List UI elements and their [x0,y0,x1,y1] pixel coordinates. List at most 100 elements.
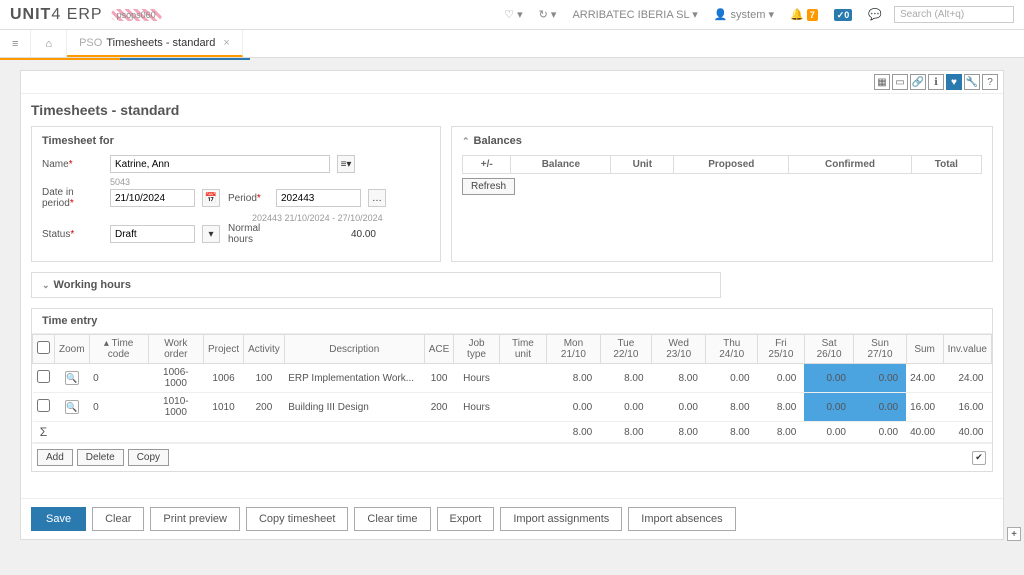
col-zoom[interactable]: Zoom [55,335,90,364]
col-proposed: Proposed [674,156,789,174]
expand-icon[interactable]: ⌄ [42,280,50,291]
tool-link-icon[interactable]: 🔗 [910,74,926,90]
working-hours-bar[interactable]: ⌄ Working hours [31,272,721,298]
normal-hours-label: Normal hours [228,223,288,245]
company-menu[interactable]: ARRIBATEC IBERIA SL ▾ [568,8,701,21]
entry-actions: Add Delete Copy [32,444,174,471]
export-button[interactable]: Export [437,507,495,531]
col-pm: +/- [463,156,511,174]
balances-table: +/- Balance Unit Proposed Confirmed Tota… [462,155,982,174]
clear-time-button[interactable]: Clear time [354,507,430,531]
col-ace[interactable]: ACE [424,335,454,364]
tab-label: Timesheets - standard [106,37,215,49]
period-range: 202443 21/10/2024 - 27/10/2024 [252,213,430,223]
import-assignments-button[interactable]: Import assignments [500,507,622,531]
home-tab[interactable]: ⌂ [31,30,67,57]
bell-icon[interactable]: 🔔 7 [786,8,822,21]
row-checkbox[interactable] [37,399,50,412]
tab-timesheets[interactable]: PSO Timesheets - standard × [67,30,243,57]
table-row[interactable]: 🔍 0 1006-1000 1006 100 ERP Implementatio… [33,364,992,393]
name-label: Name* [42,159,102,170]
row-checkbox[interactable] [37,370,50,383]
copy-timesheet-button[interactable]: Copy timesheet [246,507,348,531]
col-activity[interactable]: Activity [244,335,285,364]
col-thu[interactable]: Thu 24/10 [706,335,758,364]
time-entry-legend: Time entry [32,309,992,334]
add-panel-icon[interactable]: + [1007,527,1021,541]
working-hours-label: Working hours [54,279,131,291]
balances-fieldset: ⌃Balances +/- Balance Unit Proposed Conf… [451,126,993,262]
delete-button[interactable]: Delete [77,449,124,466]
normal-hours-value: 40.00 [296,229,376,240]
tool-fav-icon[interactable]: ♥ [946,74,962,90]
tool-help-icon[interactable]: ? [982,74,998,90]
header-right: ♡ ▾ ↻ ▾ ARRIBATEC IBERIA SL ▾ 👤 system ▾… [500,6,1014,23]
period-lookup-icon[interactable]: … [368,189,386,207]
col-jobtype[interactable]: Job type [454,335,499,364]
page-panel: ▦ ▭ 🔗 ℹ ♥ 🔧 ? Timesheets - standard Time… [20,70,1004,540]
period-field[interactable] [276,189,361,207]
logo-text: UNIT4 ERP [10,6,103,24]
save-button[interactable]: Save [31,507,86,531]
tool-screen-icon[interactable]: ▭ [892,74,908,90]
logo: UNIT4 ERP psops060 [10,6,162,24]
task-icon[interactable]: ✓0 [830,9,857,21]
toolbar-icons: ▦ ▭ 🔗 ℹ ♥ 🔧 ? [21,71,1003,94]
history-icon[interactable]: ↻ ▾ [535,8,561,21]
col-sum[interactable]: Sum [906,335,943,364]
col-workorder[interactable]: Work order [148,335,203,364]
table-row[interactable]: 🔍 0 1010-1000 1010 200 Building III Desi… [33,393,992,422]
search-input[interactable]: Search (Alt+q) [894,6,1014,23]
tool-info-icon[interactable]: ℹ [928,74,944,90]
col-tue[interactable]: Tue 22/10 [600,335,651,364]
zoom-icon[interactable]: 🔍 [65,400,79,414]
col-inv[interactable]: Inv.value [943,335,991,364]
check-icon[interactable]: ✔ [972,451,986,465]
tab-bar: ≡ ⌂ PSO Timesheets - standard × [0,30,1024,58]
col-mon[interactable]: Mon 21/10 [547,335,601,364]
select-all-checkbox[interactable] [37,341,50,354]
close-icon[interactable]: × [223,37,229,49]
name-menu-icon[interactable]: ≡▾ [337,155,355,173]
import-absences-button[interactable]: Import absences [628,507,735,531]
refresh-button[interactable]: Refresh [462,178,515,195]
status-field[interactable] [110,225,195,243]
col-unit: Unit [611,156,674,174]
print-preview-button[interactable]: Print preview [150,507,240,531]
col-description[interactable]: Description [284,335,424,364]
user-menu[interactable]: 👤 system ▾ [710,8,778,21]
collapse-icon[interactable]: ⌃ [462,136,470,146]
legend-timesheet-for: Timesheet for [42,135,430,147]
date-field[interactable] [110,189,195,207]
col-wed[interactable]: Wed 23/10 [652,335,706,364]
calendar-icon[interactable]: 📅 [202,189,220,207]
top-header: UNIT4 ERP psops060 ♡ ▾ ↻ ▾ ARRIBATEC IBE… [0,0,1024,30]
tab-prefix: PSO [79,37,102,49]
name-field[interactable] [110,155,330,173]
legend-balances: ⌃Balances [462,135,982,147]
col-timecode[interactable]: ▴ Time code [89,335,148,364]
col-total: Total [911,156,981,174]
tool-wrench-icon[interactable]: 🔧 [964,74,980,90]
tool-layout-icon[interactable]: ▦ [874,74,890,90]
footer-bar: Save Clear Print preview Copy timesheet … [21,498,1003,539]
copy-button[interactable]: Copy [128,449,169,466]
timesheet-for-fieldset: Timesheet for Name* ≡▾ 5043 Date in peri… [31,126,441,262]
zoom-icon[interactable]: 🔍 [65,371,79,385]
menu-icon[interactable]: ≡ [0,30,31,57]
name-code: 5043 [110,177,430,187]
col-timeunit[interactable]: Time unit [499,335,546,364]
col-sun[interactable]: Sun 27/10 [854,335,906,364]
status-dropdown-icon[interactable]: ▾ [202,225,220,243]
chat-icon[interactable]: 💬 [864,8,886,21]
status-label: Status* [42,229,102,240]
time-entry-table: Zoom ▴ Time code Work order Project Acti… [32,334,992,443]
col-fri[interactable]: Fri 25/10 [758,335,805,364]
add-button[interactable]: Add [37,449,73,466]
col-project[interactable]: Project [203,335,243,364]
col-balance: Balance [511,156,611,174]
clear-button[interactable]: Clear [92,507,144,531]
col-sat[interactable]: Sat 26/10 [804,335,854,364]
page-title: Timesheets - standard [21,94,1003,126]
favorite-icon[interactable]: ♡ ▾ [500,8,526,21]
